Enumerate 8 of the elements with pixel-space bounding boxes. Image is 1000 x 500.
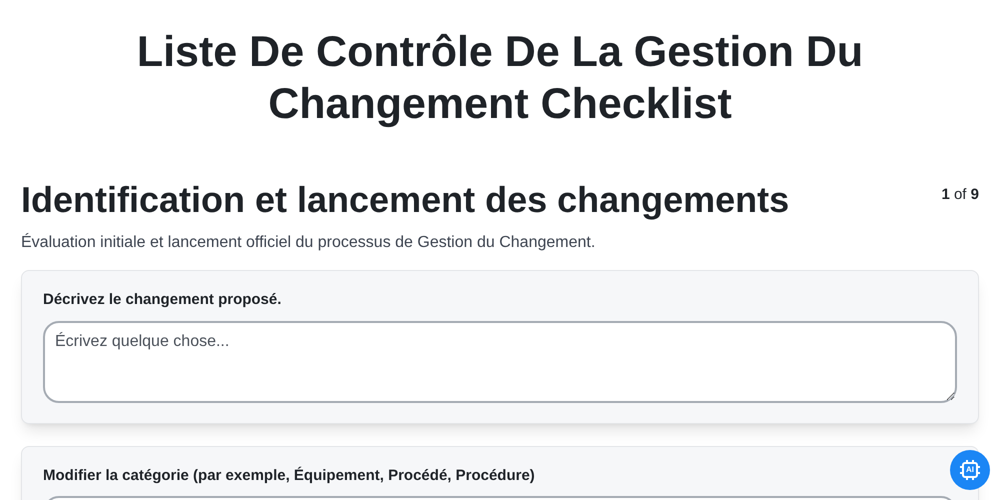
question-label: Décrivez le changement proposé. xyxy=(43,291,282,309)
text-area[interactable]: Écrivez quelque chose... xyxy=(43,320,957,403)
section-description: Évaluation initiale et lancement officiel du processus de Gestion du Changement. xyxy=(21,234,596,252)
chip-icon xyxy=(958,458,982,482)
section-heading: Identification et lancement des changements xyxy=(21,178,790,222)
question-label: Modifier la catégorie (par exemple, Équipement, Procédé, Procédure) xyxy=(43,466,536,484)
page-counter: 1 of 9 xyxy=(941,186,979,204)
page-title: Liste De Contrôle De La Gestion Du Changement Checklist xyxy=(136,27,864,130)
